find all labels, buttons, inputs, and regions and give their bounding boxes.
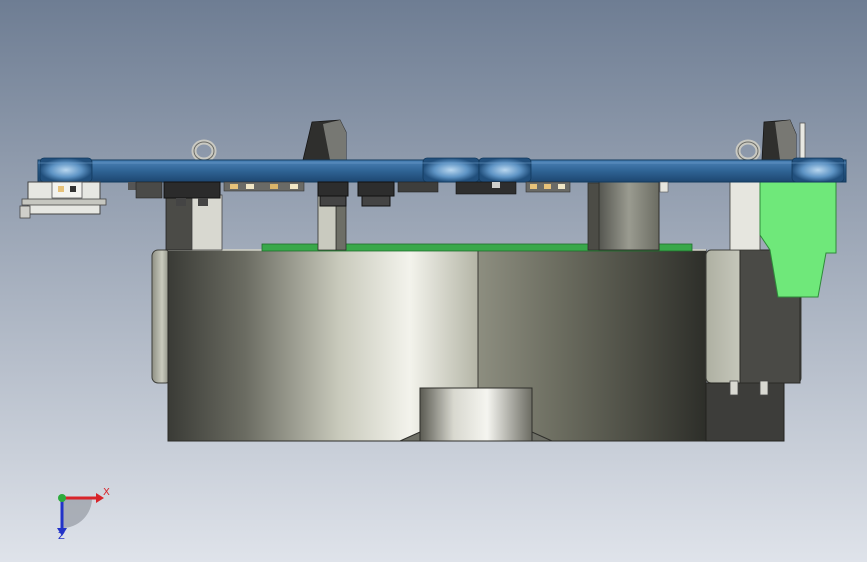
pcb-boss-right	[791, 157, 845, 183]
bottom-hub	[419, 387, 533, 442]
blue-pcb-board[interactable]	[37, 157, 847, 183]
left-connector[interactable]	[19, 181, 107, 219]
nut-1	[317, 181, 349, 197]
axis-y-dot-icon	[58, 494, 66, 502]
right-pin	[799, 122, 806, 161]
pcb-boss-center-2	[478, 157, 532, 183]
model-canvas[interactable]	[0, 0, 867, 562]
pcb-boss-center-1	[422, 157, 480, 183]
tab-1	[729, 380, 739, 396]
pcb-boss-left	[39, 157, 93, 183]
axis-x-label: X	[103, 487, 110, 498]
right-bracket	[729, 181, 761, 251]
axis-z-label: Z	[58, 531, 65, 542]
cad-viewport[interactable]: X Z	[0, 0, 867, 562]
tab-2	[759, 380, 769, 396]
right-dark-block	[705, 382, 785, 442]
connector-black	[163, 181, 221, 199]
motor-housing[interactable]	[151, 249, 802, 442]
smd-row-mid	[397, 181, 439, 193]
nut-2	[357, 181, 395, 197]
